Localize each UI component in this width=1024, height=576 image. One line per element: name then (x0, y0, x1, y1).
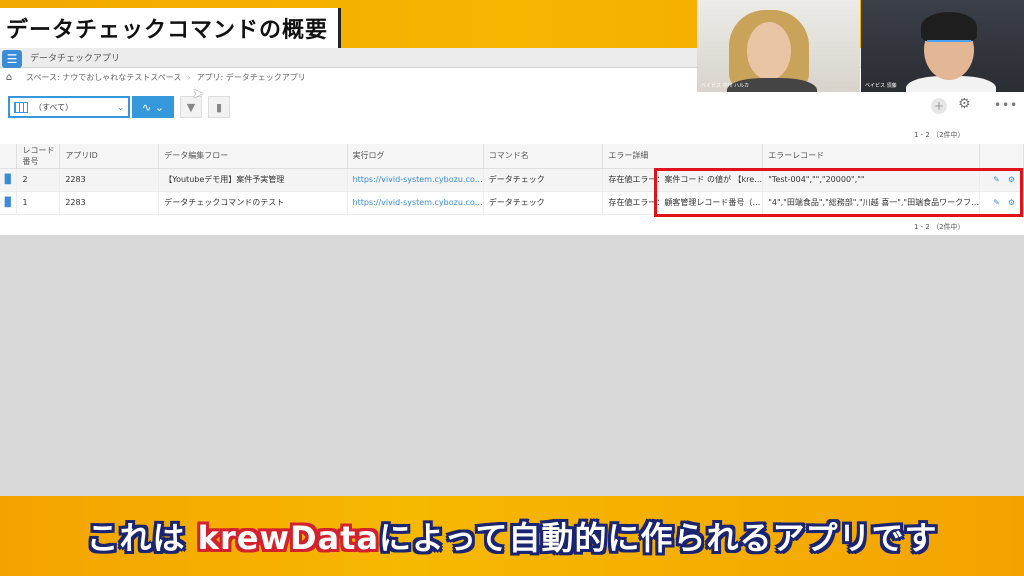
more-button[interactable]: ••• (994, 98, 1018, 112)
home-icon[interactable]: ⌂ (0, 72, 18, 83)
graph-button[interactable]: ∿ ⌄ (132, 96, 174, 118)
cell-app-id: 2283 (59, 191, 160, 215)
more-icon: ••• (994, 98, 1019, 112)
view-select[interactable]: （すべて） ⌄ (8, 96, 130, 118)
app-name: データチェックアプリ (30, 54, 121, 64)
document-icon[interactable]: ▉ (0, 168, 18, 192)
person-hair (921, 12, 977, 42)
webcam-right: ベイビス 須藤 (861, 0, 1024, 92)
cell-record-no: 1 (16, 191, 61, 215)
header-error-detail[interactable]: エラー詳細 (602, 144, 764, 169)
cell-flow: データチェックコマンドのテスト (158, 191, 348, 215)
cell-app-id: 2283 (59, 168, 160, 192)
subtitle-part1: これは (86, 519, 198, 557)
highlight-box (654, 168, 1023, 217)
chart-button[interactable]: ▮ (208, 96, 230, 118)
webcam-label-left: ベイビス 中川 ハルカ (701, 83, 750, 89)
chevron-down-icon: ⌄ (117, 102, 124, 112)
gear-icon: ⚙ (958, 96, 971, 112)
breadcrumb: ⌂ スペース: ナウでおしゃれなテストスペース › アプリ: データチェックアプ… (0, 68, 700, 86)
breadcrumb-space[interactable]: スペース: ナウでおしゃれなテストスペース (26, 72, 181, 83)
view-select-label: （すべて） (34, 102, 74, 112)
webcam-label-right: ベイビス 須藤 (865, 83, 897, 89)
bar-chart-icon: ▮ (215, 100, 223, 114)
breadcrumb-separator: › (187, 72, 191, 82)
title-box: データチェックコマンドの概要 (0, 8, 342, 48)
subtitle-accent: krewData (197, 519, 380, 557)
header-command[interactable]: コマンド名 (483, 144, 604, 169)
cell-record-no: 2 (16, 168, 61, 192)
graph-icon: ∿ ⌄ (142, 100, 164, 114)
app-list-icon[interactable]: ☰ (2, 50, 22, 68)
header-record-no[interactable]: レコード番号 (16, 144, 61, 169)
video-title: データチェックコマンドの概要 (6, 18, 329, 43)
header-icon-col (0, 144, 18, 169)
document-icon[interactable]: ▉ (0, 191, 18, 215)
breadcrumb-app[interactable]: アプリ: データチェックアプリ (197, 72, 306, 83)
webcam-left: ベイビス 中川 ハルカ (697, 0, 860, 92)
mouse-cursor-icon: ➤ (192, 86, 204, 102)
header-flow[interactable]: データ編集フロー (158, 144, 348, 169)
add-record-button[interactable]: + (931, 98, 947, 114)
header-actions (979, 144, 1024, 169)
kintone-app: ☰ データチェックアプリ ⌂ スペース: ナウでおしゃれなテストスペース › ア… (0, 48, 1024, 496)
glasses (927, 40, 971, 50)
subtitle-part2: によって自動的に作られるアプリです (379, 519, 938, 557)
plus-icon: + (933, 99, 945, 113)
header-log[interactable]: 実行ログ (347, 144, 484, 169)
header-error-record[interactable]: エラーレコード (762, 144, 981, 169)
settings-button[interactable]: ⚙ (958, 96, 971, 112)
cell-log-link[interactable]: https://vivid-system.cybozu.co… (347, 191, 484, 215)
filter-icon: ▼ (186, 100, 196, 114)
cell-flow: 【Youtubeデモ用】案件予実管理 (158, 168, 348, 192)
pager-bottom: 1 - 2 （2件中） (914, 223, 965, 231)
header-app-id[interactable]: アプリID (59, 144, 160, 169)
subtitle: これは krewDataによって自動的に作られるアプリです (87, 513, 938, 559)
cell-command: データチェック (483, 168, 604, 192)
cell-log-link[interactable]: https://vivid-system.cybozu.co… (347, 168, 484, 192)
subtitle-band: これは krewDataによって自動的に作られるアプリです (0, 496, 1024, 576)
table-header-row: レコード番号 アプリID データ編集フロー 実行ログ コマンド名 エラー詳細 エ… (0, 144, 1024, 169)
grid-icon (14, 101, 28, 113)
pager-top: 1 - 2 （2件中） (914, 131, 965, 139)
person-face (747, 22, 791, 80)
cell-command: データチェック (483, 191, 604, 215)
